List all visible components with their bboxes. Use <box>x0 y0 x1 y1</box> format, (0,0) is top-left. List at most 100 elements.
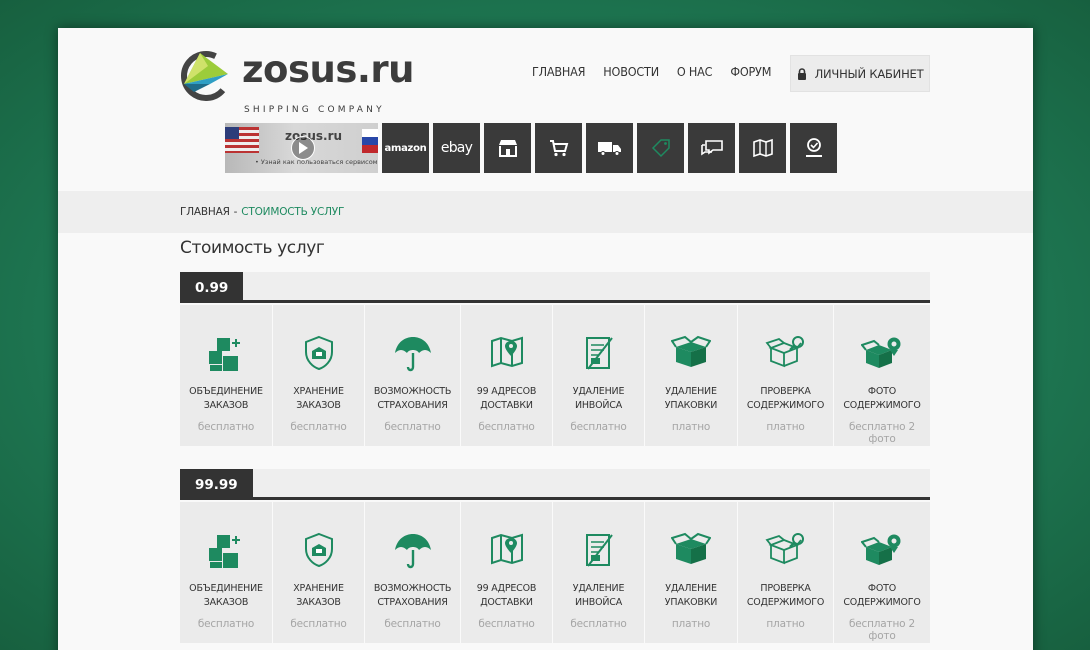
shield-storage-icon <box>303 532 335 572</box>
service-label: ОБЪЕДИНЕНИЕ ЗАКАЗОВ <box>189 386 263 411</box>
invoice-remove-icon <box>584 335 614 375</box>
service-card: ВОЗМОЖНОСТЬ СТРАХОВАНИЯ бесплатно <box>365 502 461 643</box>
service-cards: ОБЪЕДИНЕНИЕ ЗАКАЗОВ бесплатно ХРАНЕНИЕ ЗАК… <box>180 502 930 643</box>
service-label: ФОТО СОДЕРЖИМОГО <box>843 386 921 411</box>
account-button[interactable]: ЛИЧНЫЙ КАБИНЕТ <box>790 55 930 92</box>
location-icon[interactable] <box>790 123 837 173</box>
quick-links: zosus.ru • Узнай как пользоваться сервис… <box>225 123 841 173</box>
price-section: 99.99 ОБЪЕДИНЕНИЕ ЗАКАЗОВ бесплатно ХРАНЕНИ… <box>180 469 930 643</box>
boxes-merge-icon <box>208 532 244 574</box>
service-price: бесплатно <box>384 618 441 630</box>
store-icon[interactable] <box>484 123 531 173</box>
service-card: УДАЛЕНИЕ УПАКОВКИ платно <box>645 305 738 446</box>
map-icon[interactable] <box>739 123 786 173</box>
breadcrumb-home[interactable]: ГЛАВНАЯ <box>180 206 230 218</box>
nav-about[interactable]: О НАС <box>677 64 713 79</box>
box-inspect-icon <box>764 532 807 570</box>
nav-news[interactable]: НОВОСТИ <box>603 64 659 79</box>
service-label: ОБЪЕДИНЕНИЕ ЗАКАЗОВ <box>189 583 263 608</box>
service-card: 99 АДРЕСОВ ДОСТАВКИ бесплатно <box>461 502 553 643</box>
service-card: ХРАНЕНИЕ ЗАКАЗОВ бесплатно <box>273 305 365 446</box>
service-label: ПРОВЕРКА СОДЕРЖИМОГО <box>746 386 825 411</box>
service-label: УДАЛЕНИЕ ИНВОЙСА <box>572 386 625 411</box>
cart-icon[interactable] <box>535 123 582 173</box>
service-price: платно <box>766 421 805 433</box>
price-section: 0.99 ОБЪЕДИНЕНИЕ ЗАКАЗОВ бесплатно ХРАНЕНИЕ… <box>180 272 930 446</box>
breadcrumb-separator: - <box>233 206 238 218</box>
service-price: бесплатно 2 фото <box>849 421 915 445</box>
boxes-merge-icon <box>208 335 244 377</box>
account-button-label: ЛИЧНЫЙ КАБИНЕТ <box>814 66 924 81</box>
section-header: 99.99 <box>180 469 930 500</box>
service-label: ВОЗМОЖНОСТЬ СТРАХОВАНИЯ <box>373 386 452 411</box>
service-card: ХРАНЕНИЕ ЗАКАЗОВ бесплатно <box>273 502 365 643</box>
service-card: ВОЗМОЖНОСТЬ СТРАХОВАНИЯ бесплатно <box>365 305 461 446</box>
service-price: бесплатно <box>290 618 347 630</box>
service-card: ПРОВЕРКА СОДЕРЖИМОГО платно <box>738 305 834 446</box>
breadcrumb: ГЛАВНАЯ - СТОИМОСТЬ УСЛУГ <box>180 206 344 218</box>
plan-price-tag: 99.99 <box>180 469 253 500</box>
tag-icon[interactable] <box>637 123 684 173</box>
service-price: платно <box>766 618 805 630</box>
amazon-tile[interactable]: amazon <box>382 123 429 173</box>
section-header: 0.99 <box>180 272 930 303</box>
service-price: бесплатно <box>570 421 627 433</box>
nav-forum[interactable]: ФОРУМ <box>730 64 771 79</box>
lock-icon <box>797 67 806 80</box>
invoice-remove-icon <box>584 532 614 572</box>
page-container: zosus.ru SHIPPING COMPANY ГЛАВНАЯ НОВОСТ… <box>58 28 1033 650</box>
service-price: бесплатно <box>478 618 535 630</box>
service-card: ФОТО СОДЕРЖИМОГО бесплатно 2 фото <box>834 305 930 446</box>
nav-home[interactable]: ГЛАВНАЯ <box>532 64 585 79</box>
breadcrumb-bar: ГЛАВНАЯ - СТОИМОСТЬ УСЛУГ <box>58 191 1033 233</box>
service-card: ОБЪЕДИНЕНИЕ ЗАКАЗОВ бесплатно <box>180 502 273 643</box>
open-box-icon <box>670 532 712 570</box>
service-label: УДАЛЕНИЕ УПАКОВКИ <box>664 386 718 411</box>
shield-storage-icon <box>303 335 335 375</box>
service-card: ФОТО СОДЕРЖИМОГО бесплатно 2 фото <box>834 502 930 643</box>
service-cards: ОБЪЕДИНЕНИЕ ЗАКАЗОВ бесплатно ХРАНЕНИЕ ЗАК… <box>180 305 930 446</box>
service-card: ОБЪЕДИНЕНИЕ ЗАКАЗОВ бесплатно <box>180 305 273 446</box>
service-price: бесплатно 2 фото <box>849 618 915 642</box>
service-card: УДАЛЕНИЕ УПАКОВКИ платно <box>645 502 738 643</box>
logo-mark-icon <box>181 51 231 101</box>
video-tutorial[interactable]: zosus.ru • Узнай как пользоваться сервис… <box>225 123 378 173</box>
service-label: ФОТО СОДЕРЖИМОГО <box>843 583 921 608</box>
plan-price-tag: 0.99 <box>180 272 244 303</box>
service-price: бесплатно <box>384 421 441 433</box>
umbrella-icon <box>393 532 433 574</box>
service-price: бесплатно <box>570 618 627 630</box>
main-nav: ГЛАВНАЯ НОВОСТИ О НАС ФОРУМ <box>532 64 789 79</box>
service-label: 99 АДРЕСОВ ДОСТАВКИ <box>476 386 537 411</box>
ru-flag-icon <box>362 129 378 153</box>
ebay-tile[interactable]: ebay <box>433 123 480 173</box>
service-label: УДАЛЕНИЕ УПАКОВКИ <box>664 583 718 608</box>
service-price: бесплатно <box>197 421 255 433</box>
truck-icon[interactable] <box>586 123 633 173</box>
service-price: платно <box>671 618 711 630</box>
video-caption: • Узнай как пользоваться сервисом <box>255 158 378 166</box>
page-title: Стоимость услуг <box>180 238 325 258</box>
chat-icon[interactable] <box>688 123 735 173</box>
logo-tagline: SHIPPING COMPANY <box>244 105 385 115</box>
box-photo-icon <box>860 335 903 375</box>
service-label: УДАЛЕНИЕ ИНВОЙСА <box>572 583 625 608</box>
umbrella-icon <box>393 335 433 377</box>
service-price: бесплатно <box>290 421 347 433</box>
site-logo[interactable]: zosus.ru SHIPPING COMPANY <box>180 48 415 115</box>
service-label: ХРАНЕНИЕ ЗАКАЗОВ <box>293 386 344 411</box>
service-label: ПРОВЕРКА СОДЕРЖИМОГО <box>746 583 825 608</box>
service-price: бесплатно <box>197 618 255 630</box>
open-box-icon <box>670 335 712 373</box>
service-card: ПРОВЕРКА СОДЕРЖИМОГО платно <box>738 502 834 643</box>
map-pin-icon <box>490 532 524 570</box>
service-label: 99 АДРЕСОВ ДОСТАВКИ <box>476 583 537 608</box>
play-icon[interactable] <box>291 136 315 160</box>
breadcrumb-current: СТОИМОСТЬ УСЛУГ <box>241 206 345 218</box>
box-inspect-icon <box>764 335 807 373</box>
service-card: 99 АДРЕСОВ ДОСТАВКИ бесплатно <box>461 305 553 446</box>
service-card: УДАЛЕНИЕ ИНВОЙСА бесплатно <box>553 305 645 446</box>
logo-text: zosus.ru <box>242 48 415 91</box>
service-label: ХРАНЕНИЕ ЗАКАЗОВ <box>293 583 344 608</box>
map-pin-icon <box>490 335 524 373</box>
